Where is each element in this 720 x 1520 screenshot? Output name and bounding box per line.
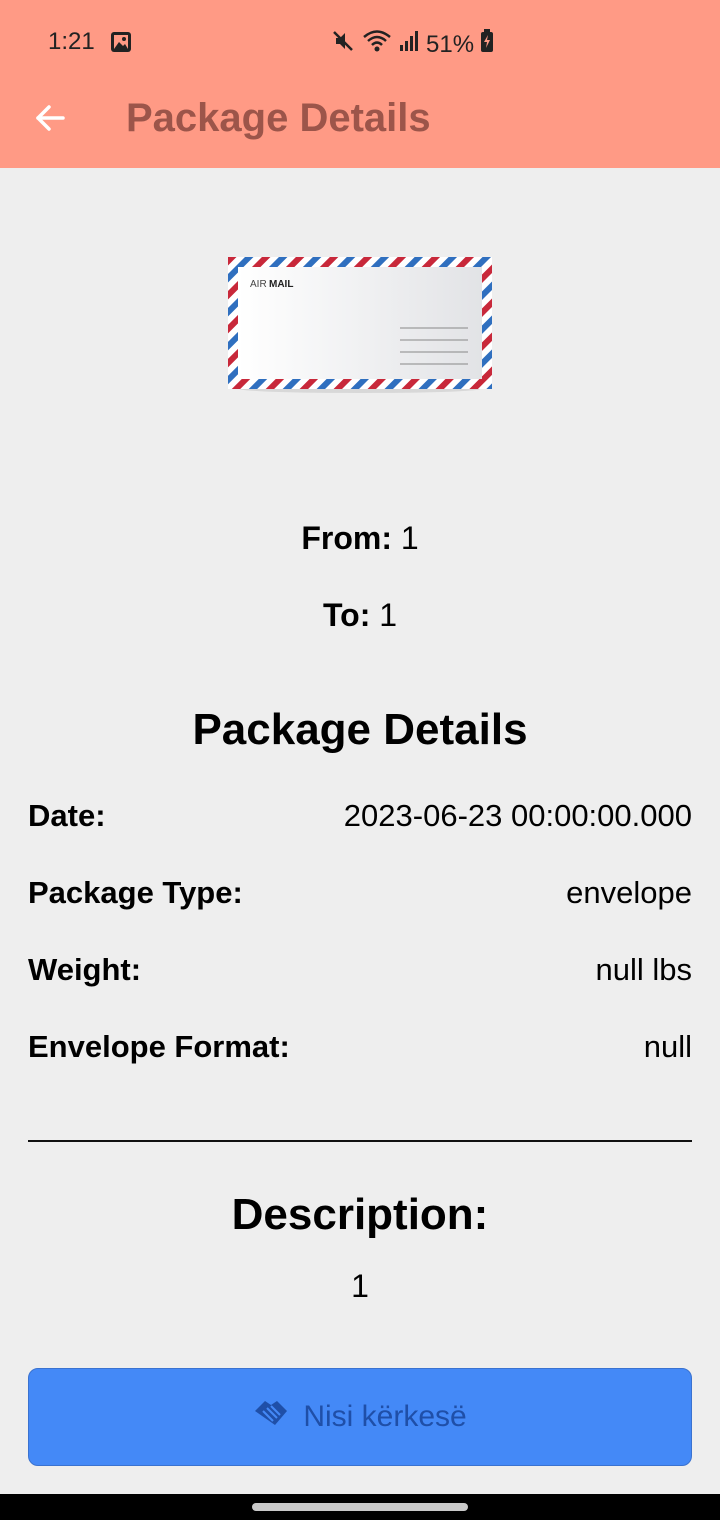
battery-icon — [480, 29, 494, 60]
page-title: Package Details — [126, 96, 431, 140]
detail-label: Date: — [28, 798, 106, 833]
back-button[interactable] — [28, 96, 72, 140]
handshake-icon — [253, 1397, 289, 1437]
description-heading: Description: — [231, 1190, 489, 1239]
home-gesture-handle[interactable] — [252, 1503, 468, 1511]
detail-row-weight: Weight: null lbs — [28, 948, 692, 992]
to-label: To: — [322, 597, 371, 633]
signal-icon — [398, 30, 420, 59]
status-time: 1:21 — [48, 28, 95, 55]
send-request-label: Nisi kërkesë — [303, 1400, 467, 1433]
status-bar: 1:21 51% — [0, 22, 720, 62]
mute-icon — [330, 28, 356, 61]
battery-percent: 51% — [426, 30, 475, 58]
from-value: 1 — [400, 520, 419, 556]
divider — [28, 1140, 692, 1142]
detail-row-date: Date: 2023-06-23 00:00:00.000 — [28, 794, 692, 838]
detail-value: envelope — [566, 875, 692, 910]
detail-row-package-type: Package Type: envelope — [28, 871, 692, 915]
description-value: 1 — [351, 1268, 369, 1304]
app-bar: 1:21 51% Package Details — [0, 0, 720, 168]
from-row: From: 1 — [0, 520, 720, 557]
detail-value: null — [643, 1029, 692, 1064]
detail-label: Envelope Format: — [28, 1029, 290, 1064]
to-value: 1 — [379, 597, 398, 633]
gallery-icon — [110, 31, 132, 60]
detail-row-envelope-format: Envelope Format: null — [28, 1025, 692, 1069]
envelope-image: AIR MAIL — [228, 257, 492, 393]
airmail-label-mail: MAIL — [269, 279, 293, 290]
arrow-left-icon — [36, 105, 65, 131]
to-row: To: 1 — [0, 597, 720, 634]
from-label: From: — [301, 520, 392, 556]
detail-value: null lbs — [595, 952, 693, 987]
detail-label: Weight: — [28, 952, 142, 987]
details-heading: Package Details — [192, 705, 528, 754]
detail-value: 2023-06-23 00:00:00.000 — [343, 798, 692, 833]
airmail-label-air: AIR — [250, 279, 267, 290]
send-request-button[interactable]: Nisi kërkesë — [28, 1368, 692, 1466]
wifi-icon — [362, 28, 392, 61]
detail-label: Package Type: — [28, 875, 243, 910]
